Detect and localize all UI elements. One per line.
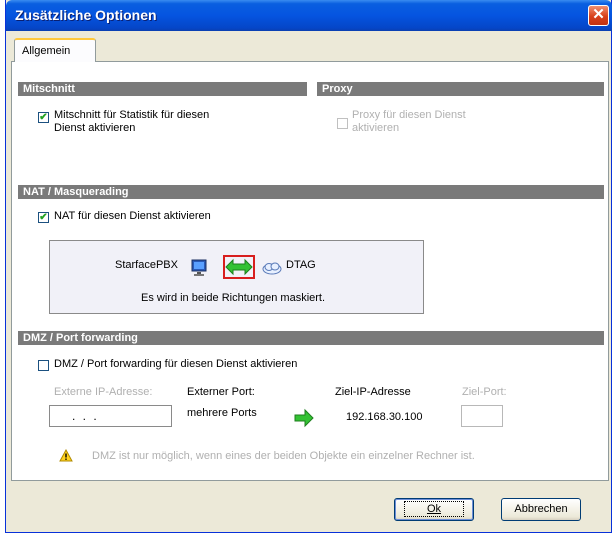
nat-checkbox-label: NAT für diesen Dienst aktivieren [54,210,211,222]
nat-description: Es wird in beide Richtungen maskiert. [141,292,326,304]
mitschnitt-checkbox[interactable]: ✔ [38,112,49,123]
section-header-nat: NAT / Masquerading [18,185,604,199]
window-title: Zusätzliche Optionen [15,7,157,23]
tab-label: Allgemein [22,45,71,57]
target-ip-value: 192.168.30.100 [346,411,423,423]
bidirectional-arrow-icon [225,258,253,276]
section-header-mitschnitt: Mitschnitt [18,82,307,96]
bidirectional-arrow-button[interactable] [223,255,255,279]
nat-right-endpoint: DTAG [286,259,316,271]
title-bar[interactable]: Zusätzliche Optionen ✕ [6,0,612,31]
external-ip-input[interactable]: . . . [49,405,172,427]
ok-button-label: Ok [426,503,442,515]
mitschnitt-label-line1: Mitschnitt für Statistik für diesen [54,109,210,121]
nat-left-endpoint: StarfacePBX [115,259,178,271]
close-button[interactable]: ✕ [588,5,609,26]
dmz-checkbox-label: DMZ / Port forwarding für diesen Dienst … [54,358,298,370]
close-icon: ✕ [592,6,605,23]
cancel-button-label: Abbrechen [514,503,568,515]
forward-arrow-icon [294,408,314,428]
col-external-port: Externer Port: [187,386,255,398]
warning-icon [59,449,73,462]
proxy-label-line2: aktivieren [352,122,400,134]
tab-allgemein[interactable]: Allgemein [14,38,96,62]
section-header-dmz: DMZ / Port forwarding [18,331,604,345]
ok-button[interactable]: Ok [394,498,474,521]
proxy-checkbox[interactable] [337,118,348,129]
proxy-label-line1: Proxy für diesen Dienst [352,109,466,121]
monitor-icon [191,259,207,276]
target-port-input[interactable] [461,405,503,427]
cloud-icon [262,262,282,275]
mitschnitt-label-line2: Dienst aktivieren [54,122,136,134]
dmz-checkbox[interactable] [38,360,49,371]
external-port-value: mehrere Ports [187,407,257,419]
section-header-proxy: Proxy [317,82,604,96]
dialog-window: Zusätzliche Optionen ✕ Allgemein Mitschn… [5,0,612,533]
nat-checkbox[interactable]: ✔ [38,212,49,223]
col-target-ip: Ziel-IP-Adresse [335,386,411,398]
tab-panel: Mitschnitt ✔ Mitschnitt für Statistik fü… [11,61,609,481]
dmz-warning-text: DMZ ist nur möglich, wenn eines der beid… [92,450,475,462]
col-external-ip: Externe IP-Adresse: [54,386,153,398]
cancel-button[interactable]: Abbrechen [501,498,581,521]
col-target-port: Ziel-Port: [462,386,507,398]
